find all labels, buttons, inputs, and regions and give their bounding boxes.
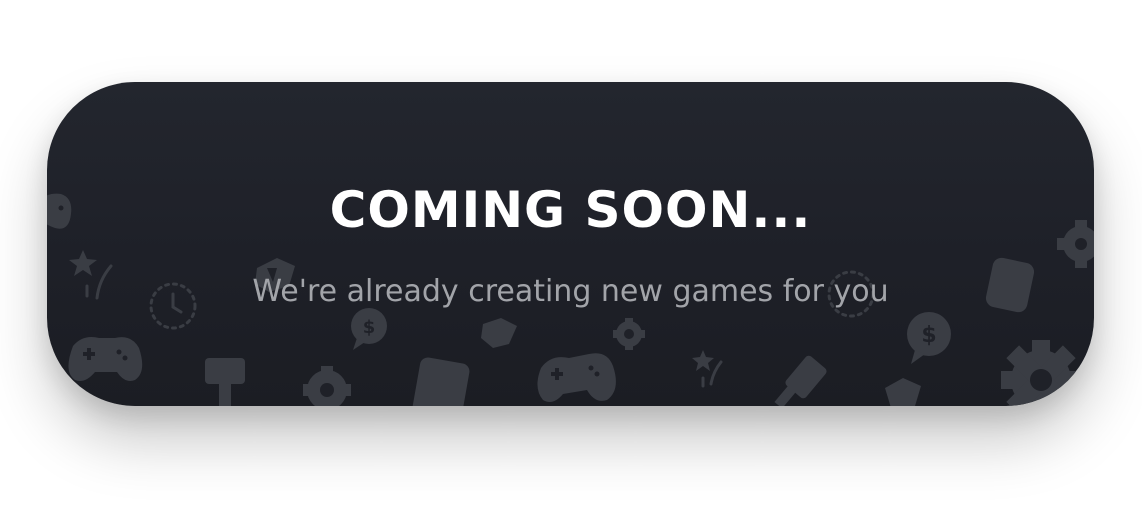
gamepad-icon — [537, 353, 616, 402]
gear-icon — [303, 366, 351, 406]
svg-text:$: $ — [363, 317, 376, 338]
phone-icon — [410, 357, 470, 406]
gear-icon — [613, 318, 645, 350]
gamepad-icon — [68, 337, 143, 381]
coin-bubble-icon: $ — [351, 308, 387, 350]
icon-pattern-background: $ $ — [47, 193, 1094, 406]
gear-icon — [1001, 340, 1081, 406]
coin-bubble-icon: $ — [907, 312, 951, 364]
gift-icon — [481, 318, 517, 348]
banner-title: COMING SOON... — [329, 181, 812, 239]
gift-icon — [885, 378, 921, 406]
page: $ $ COMING SOON... We're already creatin… — [0, 0, 1142, 512]
hammer-icon — [205, 358, 245, 406]
svg-text:$: $ — [921, 323, 936, 348]
star-sparkle-icon — [692, 350, 723, 388]
banner-subtitle: We're already creating new games for you — [252, 274, 889, 309]
coming-soon-banner: $ $ COMING SOON... We're already creatin… — [47, 82, 1094, 406]
hammer-icon — [774, 355, 827, 406]
